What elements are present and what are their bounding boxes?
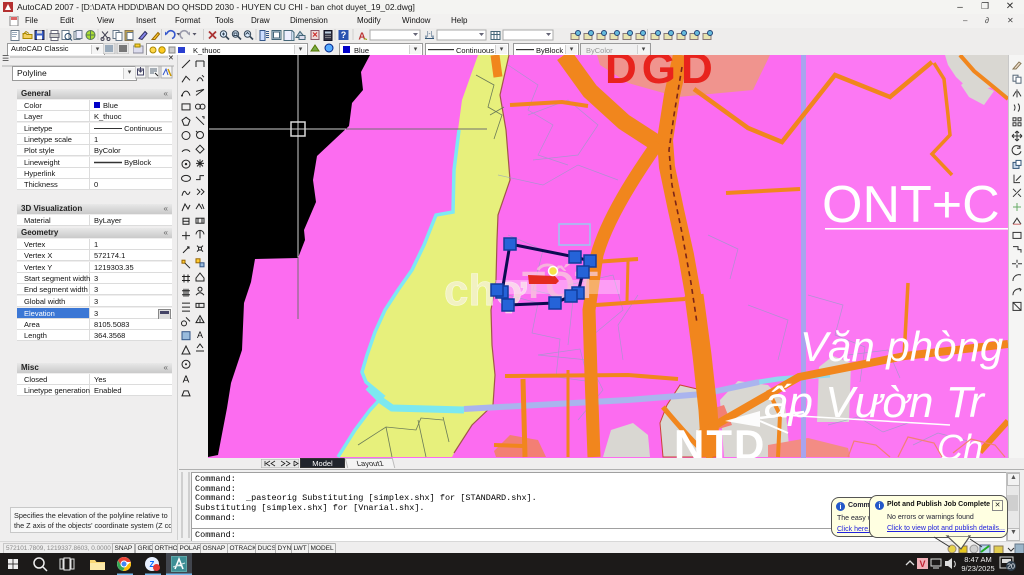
svg-text:ONT+C: ONT+C <box>822 176 1000 234</box>
svg-text:i: i <box>840 504 842 511</box>
svg-text:?: ? <box>341 30 347 40</box>
svg-text:NTD: NTD <box>674 421 766 458</box>
svg-text:A: A <box>197 330 203 340</box>
svg-text:A: A <box>183 375 190 386</box>
svg-text:8:47 AM: 8:47 AM <box>964 555 992 564</box>
svg-text:9/23/2025: 9/23/2025 <box>961 564 994 573</box>
svg-text:|-|: |-| <box>427 32 433 38</box>
svg-text:i: i <box>879 503 881 510</box>
svg-text:V: V <box>919 559 925 569</box>
svg-text:20: 20 <box>1007 564 1015 571</box>
svg-text:DGD: DGD <box>605 55 718 93</box>
svg-text:A: A <box>358 32 365 43</box>
svg-text:Ch: Ch <box>937 427 983 458</box>
svg-text:ấp Vườn Tr: ấp Vườn Tr <box>764 378 986 427</box>
svg-text:Văn phòng: Văn phòng <box>800 323 1003 370</box>
